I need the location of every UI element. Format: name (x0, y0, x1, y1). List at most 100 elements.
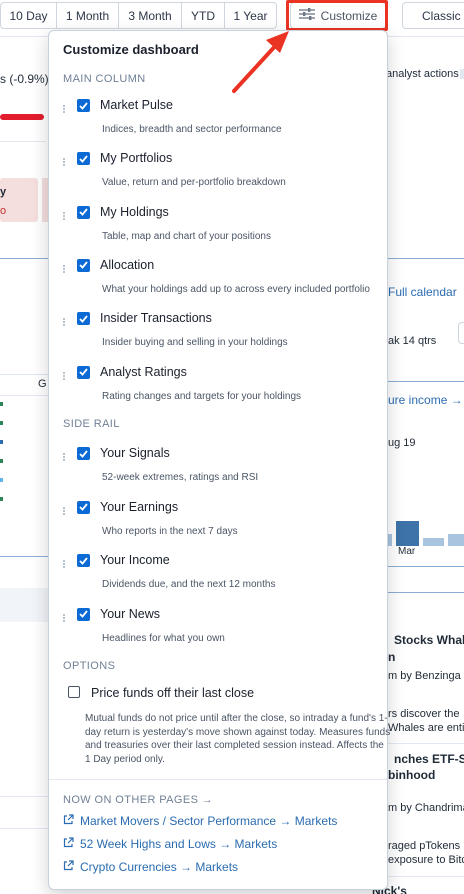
other-page-link[interactable]: Market Movers / Sector Performance → Mar… (63, 814, 337, 828)
widget-option-your-income[interactable]: Your Income Dividends due, and the next 1… (49, 553, 389, 604)
option-description: 52-week extremes, ratings and RSI (102, 472, 259, 483)
drag-handle-icon[interactable] (63, 371, 66, 380)
panel-title: Customize dashboard (63, 42, 199, 57)
checkbox-checked[interactable] (77, 554, 90, 567)
portfolio-change: s (-0.9%) (0, 72, 49, 86)
option-label[interactable]: Allocation (100, 258, 154, 272)
full-calendar-link[interactable]: Full calendar (388, 285, 457, 299)
period-toolbar: 10 Day 1 Month 3 Month YTD 1 Year Custom… (0, 0, 464, 32)
checkbox-checked[interactable] (77, 99, 90, 112)
widget-option-analyst-ratings[interactable]: Analyst Ratings Rating changes and target… (49, 365, 389, 416)
widget-option-allocation[interactable]: Allocation What your holdings add up to a… (49, 258, 389, 309)
widget-option-my-portfolios[interactable]: My Portfolios Value, return and per-portf… (49, 151, 389, 202)
price-funds-label[interactable]: Price funds off their last close (91, 686, 254, 700)
option-label[interactable]: Analyst Ratings (100, 365, 187, 379)
news-title[interactable]: Stocks Whale (394, 633, 464, 647)
option-label[interactable]: Your Income (100, 553, 170, 567)
checkbox-checked[interactable] (77, 365, 90, 379)
checkbox-checked[interactable] (77, 500, 90, 514)
side-rail-heading: SIDE RAIL (63, 418, 120, 430)
drag-handle-icon[interactable] (63, 613, 66, 622)
external-link-icon (63, 814, 74, 828)
drag-handle-icon[interactable] (63, 105, 66, 113)
drag-handle-icon[interactable] (63, 506, 66, 515)
option-label[interactable]: Your Earnings (100, 500, 178, 514)
options-heading: OPTIONS (63, 660, 116, 672)
checkbox-checked[interactable] (77, 312, 90, 326)
option-description: Dividends due, and the next 12 months (102, 579, 276, 590)
widget-option-your-signals[interactable]: Your Signals 52-week extremes, ratings an… (49, 446, 389, 497)
divider (388, 258, 464, 259)
widget-option-your-news[interactable]: Your News Headlines for what you own (49, 607, 389, 658)
divider (0, 374, 48, 375)
link-label[interactable]: 52 Week Highs and Lows → Markets (80, 837, 277, 851)
checkbox-checked[interactable] (77, 152, 90, 166)
value-column (0, 402, 3, 518)
checkbox-checked[interactable] (77, 258, 90, 272)
future-income-link[interactable]: ure income → (388, 393, 463, 407)
drag-handle-icon[interactable] (63, 158, 66, 167)
panel-bg (0, 588, 48, 622)
divider (388, 381, 464, 382)
drag-handle-icon[interactable] (63, 560, 66, 568)
scroll-thumb (460, 69, 464, 79)
widget-option-my-holdings[interactable]: My Holdings Table, map and chart of your … (49, 205, 389, 256)
news-source: m by Chandrima (388, 802, 464, 814)
option-description: Headlines for what you own (102, 632, 225, 644)
option-label[interactable]: Your Signals (100, 446, 170, 460)
option-label[interactable]: My Portfolios (100, 151, 172, 165)
range-10-day-button[interactable]: 10 Day (0, 2, 57, 29)
range-ytd-button[interactable]: YTD (181, 2, 225, 29)
widget-option-insider-transactions[interactable]: Insider Transactions Insider buying and s… (49, 311, 389, 362)
checkbox-checked[interactable] (77, 447, 90, 460)
option-description: Indices, breadth and sector performance (102, 124, 282, 135)
news-title[interactable]: n (388, 650, 395, 664)
drag-handle-icon[interactable] (63, 264, 66, 273)
divider (388, 566, 464, 567)
option-label[interactable]: Your News (100, 607, 160, 621)
classic-view-button[interactable]: Classic (402, 2, 464, 29)
range-3-month-button[interactable]: 3 Month (118, 2, 182, 29)
analyst-actions-text: analyst actions (386, 68, 459, 80)
option-description: Who reports in the next 7 days (102, 525, 238, 537)
range-1-month-button[interactable]: 1 Month (56, 2, 119, 29)
divider (388, 592, 464, 593)
earnings-beat-text: ak 14 qtrs (388, 335, 437, 347)
option-label[interactable]: Market Pulse (100, 98, 173, 112)
news-title[interactable]: nches ETF-St (394, 752, 464, 766)
external-link-icon (63, 837, 74, 851)
price-funds-checkbox[interactable] (68, 686, 80, 698)
other-page-link[interactable]: 52 Week Highs and Lows → Markets (63, 837, 277, 851)
link-label[interactable]: Crypto Currencies → Markets (80, 860, 238, 874)
tile-text: y (0, 186, 7, 198)
widget-option-market-pulse[interactable]: Market Pulse Indices, breadth and sector … (49, 98, 389, 149)
divider (0, 796, 48, 797)
link-label[interactable]: Market Movers / Sector Performance → Mar… (80, 814, 337, 828)
range-1-year-button[interactable]: 1 Year (224, 2, 277, 29)
price-funds-note: Mutual funds do not price until after th… (85, 713, 391, 765)
checkbox-checked[interactable] (77, 205, 90, 219)
news-snippet: exposure to Bitc (388, 854, 464, 866)
option-description: Value, return and per-portfolio breakdow… (102, 177, 286, 189)
option-label[interactable]: My Holdings (100, 205, 169, 219)
tile-text: o (0, 205, 7, 217)
external-link-icon (63, 860, 74, 874)
divider (0, 141, 46, 142)
other-page-link[interactable]: Crypto Currencies → Markets (63, 860, 238, 874)
news-snippet: Whales are entit (388, 722, 464, 734)
divider (0, 556, 48, 557)
chart-month-label: Mar (398, 546, 416, 557)
widget-option-your-earnings[interactable]: Your Earnings Who reports in the next 7 d… (49, 500, 389, 551)
main-column-heading: MAIN COLUMN (63, 73, 146, 85)
change-bar (0, 114, 44, 120)
option-label[interactable]: Insider Transactions (100, 311, 212, 325)
checkbox-checked[interactable] (77, 607, 90, 621)
drag-handle-icon[interactable] (63, 211, 66, 220)
drag-handle-icon[interactable] (63, 318, 66, 327)
news-title[interactable]: binhood (388, 768, 435, 782)
divider (0, 258, 48, 259)
customize-dashboard-panel: Customize dashboard MAIN COLUMN Market P… (48, 30, 391, 890)
other-pages-heading: NOW ON OTHER PAGES → (63, 794, 214, 806)
drag-handle-icon[interactable] (63, 453, 66, 461)
divider (388, 876, 464, 877)
